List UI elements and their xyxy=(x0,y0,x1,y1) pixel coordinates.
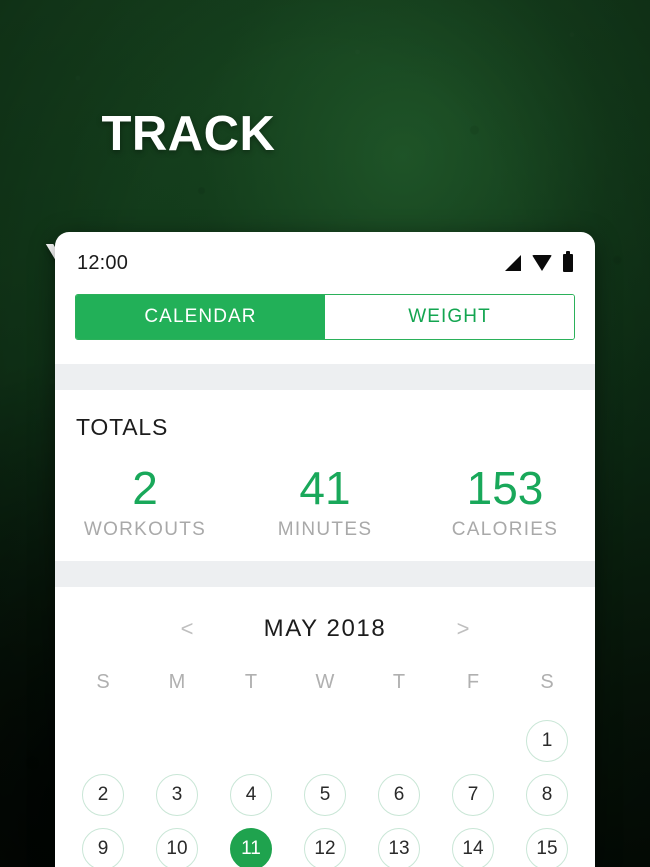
calendar-day-cell: 15 xyxy=(510,822,584,867)
calendar-day-cell xyxy=(140,714,214,768)
calendar-day-cell xyxy=(214,714,288,768)
calendar-day[interactable]: 13 xyxy=(378,828,420,867)
calendar-day[interactable]: 15 xyxy=(526,828,568,867)
phone-screenshot-card: 12:00 CALENDAR WEIGHT TOTALS 2 WORKOUTS … xyxy=(55,232,595,867)
calendar-day[interactable]: 11 xyxy=(230,828,272,867)
calendar-day-cell xyxy=(66,714,140,768)
total-minutes-label: MINUTES xyxy=(277,519,373,540)
calendar-day[interactable]: 14 xyxy=(452,828,494,867)
status-bar-clock: 12:00 xyxy=(77,251,129,274)
total-calories: 153 CALORIES xyxy=(415,463,595,541)
calendar-day-cell: 9 xyxy=(66,822,140,867)
calendar-day-cell: 10 xyxy=(140,822,214,867)
calendar-nav: < MAY 2018 > xyxy=(55,609,595,649)
total-calories-value: 153 xyxy=(466,462,544,514)
calendar-day-cell xyxy=(362,714,436,768)
calendar-next-month-button[interactable]: > xyxy=(452,616,474,642)
calendar-day[interactable]: 12 xyxy=(304,828,346,867)
total-workouts-label: WORKOUTS xyxy=(83,519,207,540)
calendar-weekday-header: S xyxy=(96,671,110,693)
section-divider-top xyxy=(55,364,595,390)
calendar-weekday-header: W xyxy=(315,671,335,693)
calendar-day[interactable]: 3 xyxy=(156,774,198,816)
calendar-weekday-header: M xyxy=(168,671,186,693)
calendar-day-cell: 6 xyxy=(362,768,436,822)
calendar-day-empty xyxy=(230,720,272,762)
calendar-day[interactable]: 10 xyxy=(156,828,198,867)
calendar-day-cell: 2 xyxy=(66,768,140,822)
wifi-icon xyxy=(532,255,552,271)
tab-weight[interactable]: WEIGHT xyxy=(325,295,574,339)
calendar-grid: S M T W T F S 1 2 3 4 5 6 7 8 9 10 11 12 13 14 15 xyxy=(55,671,595,867)
calendar-day[interactable]: 2 xyxy=(82,774,124,816)
tab-bar: CALENDAR WEIGHT xyxy=(75,294,575,340)
section-divider-bottom xyxy=(55,561,595,587)
tab-calendar[interactable]: CALENDAR xyxy=(76,295,325,339)
calendar-day-cell: 11 xyxy=(214,822,288,867)
calendar-day-cell: 14 xyxy=(436,822,510,867)
calendar-month-label: MAY 2018 xyxy=(263,615,387,642)
hero-line-1: TRACK xyxy=(101,107,276,161)
total-minutes-value: 41 xyxy=(299,462,351,514)
calendar-day-cell: 13 xyxy=(362,822,436,867)
calendar-day-cell xyxy=(288,714,362,768)
calendar-day[interactable]: 9 xyxy=(82,828,124,867)
battery-icon xyxy=(563,251,573,272)
signal-icon xyxy=(505,255,521,271)
totals-section: TOTALS 2 WORKOUTS 41 MINUTES 153 CALORIE… xyxy=(55,390,595,561)
calendar-section: < MAY 2018 > S M T W T F S 1 2 3 4 5 6 7 8 9 10 11 12 13 14 1… xyxy=(55,587,595,867)
total-workouts-value: 2 xyxy=(132,462,158,514)
calendar-day-cell: 5 xyxy=(288,768,362,822)
calendar-day-empty xyxy=(452,720,494,762)
calendar-day-cell xyxy=(436,714,510,768)
total-calories-label: CALORIES xyxy=(451,519,559,540)
calendar-day-empty xyxy=(156,720,198,762)
calendar-day-cell: 8 xyxy=(510,768,584,822)
status-bar-icons xyxy=(505,251,573,272)
calendar-weekday-header: T xyxy=(244,671,258,693)
calendar-day-empty xyxy=(378,720,420,762)
tab-bottom-spacer xyxy=(55,340,595,364)
calendar-day[interactable]: 8 xyxy=(526,774,568,816)
calendar-day-cell: 3 xyxy=(140,768,214,822)
calendar-day-cell: 12 xyxy=(288,822,362,867)
total-minutes: 41 MINUTES xyxy=(235,463,415,541)
calendar-day-cell: 1 xyxy=(510,714,584,768)
calendar-day[interactable]: 4 xyxy=(230,774,272,816)
calendar-weekday-header: S xyxy=(540,671,554,693)
calendar-weekday-header: T xyxy=(392,671,406,693)
total-workouts: 2 WORKOUTS xyxy=(55,463,235,541)
totals-row: 2 WORKOUTS 41 MINUTES 153 CALORIES xyxy=(55,463,595,541)
calendar-weekday-header: F xyxy=(466,671,480,693)
calendar-day[interactable]: 7 xyxy=(452,774,494,816)
calendar-day-cell: 7 xyxy=(436,768,510,822)
calendar-day-empty xyxy=(82,720,124,762)
calendar-day-empty xyxy=(304,720,346,762)
totals-heading: TOTALS xyxy=(76,414,169,440)
calendar-day[interactable]: 1 xyxy=(526,720,568,762)
status-bar: 12:00 xyxy=(55,232,595,294)
calendar-day[interactable]: 5 xyxy=(304,774,346,816)
app-root: TRACK YOUR PROGRESS 12:00 CALENDAR WEIGH… xyxy=(0,0,650,867)
calendar-day-cell: 4 xyxy=(214,768,288,822)
calendar-day[interactable]: 6 xyxy=(378,774,420,816)
calendar-prev-month-button[interactable]: < xyxy=(176,616,198,642)
